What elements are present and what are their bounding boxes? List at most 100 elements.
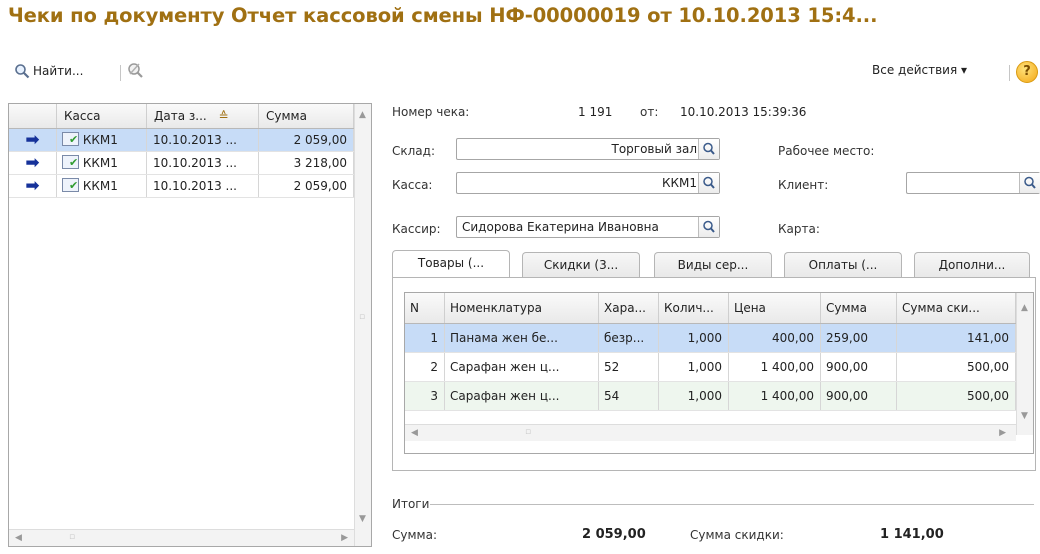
kassa-value: ККМ1: [82, 156, 118, 170]
search-icon: [703, 220, 715, 233]
table-row[interactable]: ➡ ККМ1 10.10.2013 ... 3 218,00: [9, 152, 354, 175]
toolbar-separator: [120, 65, 121, 81]
arrow-right-icon: ➡: [9, 175, 57, 197]
tab-payments[interactable]: Оплаты (...: [784, 252, 902, 278]
checks-table-header: Касса Дата з... ≙ Сумма: [9, 104, 354, 129]
header-quantity[interactable]: Колич...: [659, 293, 729, 323]
clear-search-button[interactable]: [126, 61, 146, 84]
totals-discount-label: Сумма скидки:: [690, 528, 784, 542]
cashier-field[interactable]: Сидорова Екатерина Ивановна: [456, 216, 720, 238]
warehouse-label: Склад:: [392, 144, 435, 158]
tab-goods[interactable]: Товары (...: [392, 250, 510, 278]
scroll-up-icon[interactable]: ▲: [359, 110, 366, 120]
checks-horizontal-scrollbar[interactable]: ◀ ▫ ▶: [9, 529, 354, 546]
header-characteristic[interactable]: Хара...: [599, 293, 659, 323]
price-cell: 1 400,00: [729, 353, 821, 381]
client-field[interactable]: [906, 172, 1040, 194]
register-field[interactable]: ККМ1: [456, 172, 720, 194]
scroll-down-icon[interactable]: ▼: [359, 514, 366, 524]
cashier-select-button[interactable]: [698, 217, 719, 237]
header-discount-sum[interactable]: Сумма ски...: [897, 293, 1016, 323]
totals-header: Итоги: [392, 497, 430, 511]
discount-cell: 500,00: [897, 353, 1016, 381]
register-label: Касса:: [392, 178, 433, 192]
clear-search-icon: [128, 63, 143, 78]
sum-cell: 259,00: [821, 324, 897, 352]
client-label: Клиент:: [778, 178, 829, 192]
header-price[interactable]: Цена: [729, 293, 821, 323]
warehouse-field[interactable]: Торговый зал: [456, 138, 720, 160]
tab-certificates[interactable]: Виды сер...: [654, 252, 772, 278]
sum-cell: 2 059,00: [259, 129, 354, 151]
all-actions-menu[interactable]: Все действия ▾: [872, 63, 967, 77]
scroll-down-icon[interactable]: ▼: [1021, 411, 1028, 421]
table-row[interactable]: 2 Сарафан жен ц... 52 1,000 1 400,00 900…: [405, 353, 1016, 382]
tab-discounts[interactable]: Скидки (3...: [522, 252, 640, 278]
date-cell: 10.10.2013 ...: [147, 175, 259, 197]
totals-sum-value: 2 059,00: [582, 527, 646, 542]
scroll-right-icon[interactable]: ▶: [341, 533, 348, 543]
search-icon: [703, 142, 715, 155]
quantity-cell: 1,000: [659, 353, 729, 381]
tab-additional[interactable]: Дополни...: [914, 252, 1030, 278]
sum-cell: 900,00: [821, 353, 897, 381]
goods-table-header: N Номенклатура Хара... Колич... Цена Сум…: [405, 293, 1016, 324]
header-sum[interactable]: Сумма: [259, 104, 354, 128]
kassa-value: ККМ1: [82, 179, 118, 193]
table-row[interactable]: 1 Панама жен бе... безр... 1,000 400,00 …: [405, 324, 1016, 353]
header-nomenclature[interactable]: Номенклатура: [445, 293, 599, 323]
warehouse-value: Торговый зал: [611, 142, 698, 156]
toolbar-separator-2: [1009, 65, 1010, 81]
search-icon: [15, 64, 30, 79]
find-button[interactable]: Найти...: [14, 63, 83, 79]
hscroll-thumb-icon[interactable]: ▫: [69, 532, 75, 542]
register-value: ККМ1: [661, 176, 697, 190]
header-n[interactable]: N: [405, 293, 445, 323]
n-cell: 2: [405, 353, 445, 381]
hscroll-thumb-icon[interactable]: ▫: [525, 427, 531, 437]
nomenclature-cell: Сарафан жен ц...: [445, 382, 599, 410]
card-label: Карта:: [778, 222, 820, 236]
table-row[interactable]: 3 Сарафан жен ц... 54 1,000 1 400,00 900…: [405, 382, 1016, 411]
kassa-value: ККМ1: [82, 133, 118, 147]
header-date-label: Дата з...: [154, 109, 207, 123]
help-button[interactable]: ?: [1016, 61, 1038, 83]
kassa-cell: ККМ1: [57, 152, 147, 174]
goods-vertical-scrollbar[interactable]: ▲ ▼: [1016, 293, 1033, 435]
check-document-icon: [62, 132, 79, 146]
characteristic-cell: безр...: [599, 324, 659, 352]
scroll-right-icon[interactable]: ▶: [999, 428, 1006, 438]
scroll-left-icon[interactable]: ◀: [411, 428, 418, 438]
register-select-button[interactable]: [698, 173, 719, 193]
header-date[interactable]: Дата з... ≙: [147, 104, 259, 128]
arrow-right-icon: ➡: [9, 152, 57, 174]
kassa-cell: ККМ1: [57, 175, 147, 197]
characteristic-cell: 54: [599, 382, 659, 410]
check-date-value: 10.10.2013 15:39:36: [680, 105, 807, 119]
header-marker-col: [9, 104, 57, 128]
header-kassa[interactable]: Касса: [57, 104, 147, 128]
client-select-button[interactable]: [1019, 173, 1040, 193]
warehouse-select-button[interactable]: [698, 139, 719, 159]
n-cell: 1: [405, 324, 445, 352]
date-cell: 10.10.2013 ...: [147, 152, 259, 174]
from-label: от:: [640, 105, 659, 119]
sum-cell: 900,00: [821, 382, 897, 410]
goods-horizontal-scrollbar[interactable]: ◀ ▫ ▶: [405, 424, 1016, 441]
checks-table: Касса Дата з... ≙ Сумма ➡ ККМ1 10.10.201…: [8, 103, 372, 547]
sort-icon: ≙: [218, 109, 229, 123]
search-icon: [703, 176, 715, 189]
check-document-icon: [62, 178, 79, 192]
header-sum[interactable]: Сумма: [821, 293, 897, 323]
table-row[interactable]: ➡ ККМ1 10.10.2013 ... 2 059,00: [9, 175, 354, 198]
nomenclature-cell: Сарафан жен ц...: [445, 353, 599, 381]
toolbar: Найти... Все действия ▾ ?: [0, 52, 1040, 92]
totals-discount-value: 1 141,00: [880, 527, 944, 542]
quantity-cell: 1,000: [659, 324, 729, 352]
checks-vertical-scrollbar[interactable]: ▲ ▫ ▼: [354, 104, 371, 546]
date-cell: 10.10.2013 ...: [147, 129, 259, 151]
scroll-thumb-icon[interactable]: ▫: [359, 312, 365, 322]
scroll-up-icon[interactable]: ▲: [1021, 303, 1028, 313]
scroll-left-icon[interactable]: ◀: [15, 533, 22, 543]
table-row[interactable]: ➡ ККМ1 10.10.2013 ... 2 059,00: [9, 129, 354, 152]
